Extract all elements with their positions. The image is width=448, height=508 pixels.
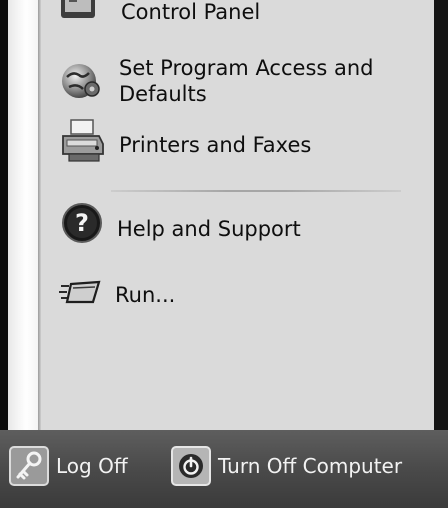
run-icon [59, 278, 103, 314]
turn-off-computer-label: Turn Off Computer [218, 454, 403, 478]
start-menu-footer: Log Off Turn Off Computer [0, 430, 448, 508]
left-strip [8, 0, 38, 430]
control-panel-icon [57, 0, 99, 30]
menu-item-label: Control Panel [121, 0, 261, 24]
help-icon: ? [61, 202, 103, 250]
menu-item-label: Run... [115, 283, 176, 307]
svg-text:?: ? [75, 209, 89, 237]
key-icon [8, 445, 50, 487]
menu-item-label: Help and Support [117, 217, 301, 241]
menu-item-label: Printers and Faxes [119, 133, 312, 157]
set-program-access-icon [59, 59, 103, 109]
log-off-button[interactable]: Log Off [8, 445, 128, 487]
menu-separator [111, 190, 401, 192]
turn-off-computer-button[interactable]: Turn Off Computer [170, 445, 403, 487]
printer-icon [59, 116, 107, 170]
power-icon [170, 445, 212, 487]
log-off-label: Log Off [56, 454, 128, 478]
start-menu-crop: Control Panel Set Program Access and Def… [0, 0, 448, 508]
menu-item-label: Set Program Access and Defaults [119, 56, 374, 106]
window-right-edge [434, 0, 448, 430]
start-menu-right-pane: Control Panel Set Program Access and Def… [41, 0, 434, 430]
